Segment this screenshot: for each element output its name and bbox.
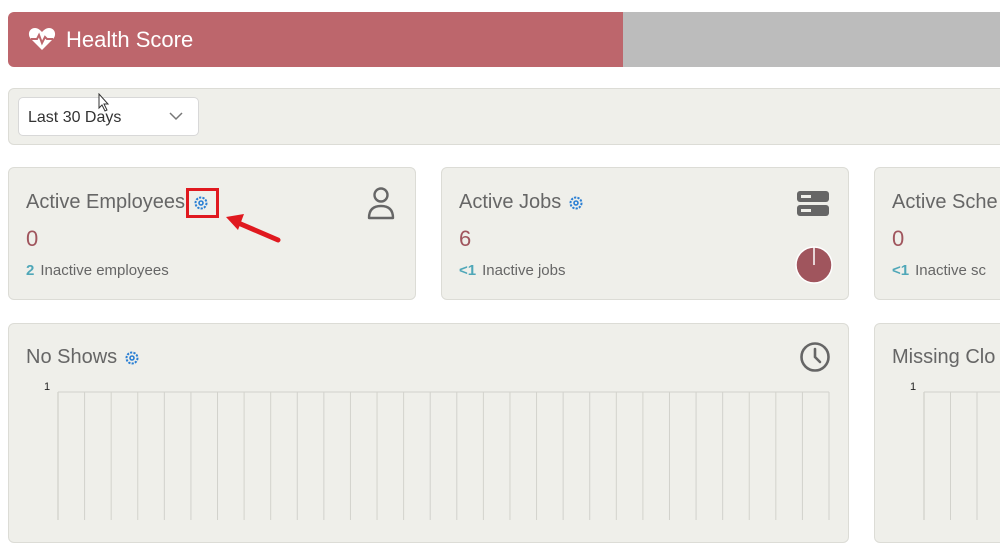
active-schedules-title: Active Sche: [892, 191, 998, 213]
inactive-employees-label: Inactive employees: [40, 262, 169, 279]
inactive-schedules-count: <1: [892, 262, 910, 279]
inactive-jobs-count: <1: [459, 262, 477, 279]
mouse-cursor-icon: [98, 93, 110, 112]
inactive-employees-count: 2: [26, 262, 35, 279]
missing-clock-chart: 1: [910, 381, 1000, 520]
clock-icon: [800, 342, 830, 372]
chevron-down-icon[interactable]: [168, 110, 184, 122]
no-shows-chart: 1: [44, 381, 830, 520]
inactive-jobs-label: Inactive jobs: [482, 262, 566, 279]
person-icon: [367, 187, 395, 220]
jobs-pie-chart: [795, 246, 833, 284]
inactive-schedules-note: <1 Inactive sc: [892, 262, 986, 279]
no-shows-title: No Shows: [26, 346, 118, 368]
inactive-jobs-note: <1 Inactive jobs: [459, 262, 566, 279]
active-employees-value: 0: [26, 226, 39, 251]
missing-clock-title: Missing Clo: [892, 346, 996, 368]
active-employees-card: [8, 167, 416, 300]
active-jobs-title: Active Jobs: [459, 191, 562, 213]
annotation-arrow-icon: [226, 214, 281, 243]
heartbeat-icon: [28, 28, 56, 50]
page-title: Health Score: [66, 27, 194, 52]
gear-icon[interactable]: [568, 195, 584, 211]
y-tick-label: 1: [910, 381, 916, 393]
highlight-box: [186, 188, 219, 218]
active-jobs-card: [441, 167, 849, 300]
inactive-employees-note: 2 Inactive employees: [26, 262, 169, 279]
inactive-schedules-label: Inactive sc: [915, 262, 986, 279]
active-jobs-value: 6: [459, 226, 472, 251]
active-employees-title: Active Employees: [26, 191, 185, 213]
header-progress-track: [623, 12, 1000, 67]
gear-icon[interactable]: [124, 350, 140, 366]
y-tick-label: 1: [44, 381, 50, 393]
server-icon: [797, 191, 829, 216]
active-schedules-value: 0: [892, 226, 905, 251]
